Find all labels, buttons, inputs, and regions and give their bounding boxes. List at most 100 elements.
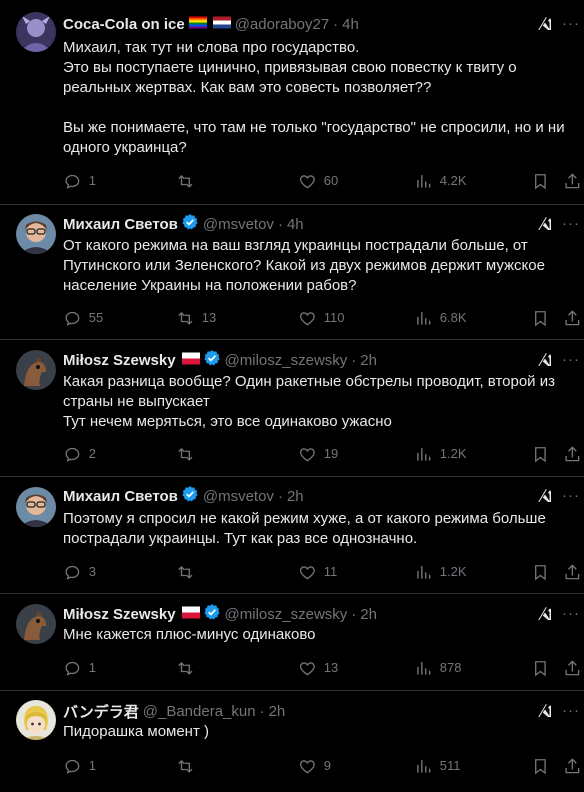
reply-icon [65,565,80,580]
views-button[interactable]: 511 [414,756,460,776]
more-icon[interactable]: ··· [562,605,580,623]
repost-icon [178,661,193,675]
bookmark-button[interactable] [531,171,557,191]
repost-button[interactable] [176,658,202,678]
views-button[interactable]: 1.2K [414,444,467,464]
tweet-text: Какая разница вообще? Один ракетные обст… [63,373,555,430]
repost-button[interactable]: 13 [176,308,216,328]
more-icon[interactable]: ··· [562,215,580,233]
timestamp[interactable]: 2h [287,488,304,505]
share-icon [565,310,580,325]
share-button[interactable] [563,308,584,328]
bookmark-button[interactable] [531,658,557,678]
reply-button[interactable]: 1 [63,658,96,678]
netherlands-flag-icon [212,16,231,33]
author-handle[interactable]: @msvetov [203,216,274,233]
author-name[interactable]: Coca-Cola on ice [63,16,185,33]
share-button[interactable] [563,444,584,464]
author-handle[interactable]: @milosz_szewsky [225,606,348,623]
tweet[interactable]: Miłosz Szewsky @milosz_szewsky · 2h ··· … [0,594,584,691]
avatar[interactable] [16,487,56,527]
grok-icon[interactable] [536,487,554,505]
reply-icon [65,759,80,774]
separator-dot: · [259,702,265,720]
timestamp[interactable]: 4h [287,216,304,233]
grok-icon[interactable] [536,702,554,720]
verified-badge-icon [181,213,199,235]
timestamp[interactable]: 2h [360,352,377,369]
like-button[interactable]: 110 [298,308,344,328]
timestamp[interactable]: 2h [269,703,286,720]
tweet[interactable]: バンデラ君 @_Bandera_kun · 2h ··· Пидорашка м… [0,691,584,792]
author-handle[interactable]: @msvetov [203,488,274,505]
author-handle[interactable]: @milosz_szewsky [225,352,348,369]
bookmark-button[interactable] [531,444,557,464]
reply-button[interactable]: 2 [63,444,96,464]
tweet-text: Михаил, так тут ни слова про государство… [63,39,565,156]
repost-button[interactable] [176,756,202,776]
reply-button[interactable]: 3 [63,562,96,582]
author-name[interactable]: バンデラ君 [63,701,139,722]
tweet[interactable]: Михаил Светов @msvetov · 4h ··· От каког… [0,205,584,340]
timestamp[interactable]: 4h [342,16,359,33]
avatar[interactable] [16,350,56,390]
avatar[interactable] [16,12,56,52]
share-button[interactable] [563,562,584,582]
more-icon[interactable]: ··· [562,351,580,369]
more-icon[interactable]: ··· [562,702,580,720]
repost-icon [178,447,193,461]
tweet[interactable]: Miłosz Szewsky @milosz_szewsky · 2h ··· … [0,340,584,477]
share-button[interactable] [563,658,584,678]
avatar[interactable] [16,700,56,740]
rainbow-flag-icon [188,16,207,33]
share-button[interactable] [563,171,584,191]
avatar[interactable] [16,604,56,644]
bookmark-button[interactable] [531,756,557,776]
share-icon [565,758,580,773]
reply-button[interactable]: 55 [63,308,103,328]
more-icon[interactable]: ··· [562,487,580,505]
views-button[interactable]: 1.2K [414,562,467,582]
repost-button[interactable] [176,562,202,582]
verified-badge-icon [203,349,221,371]
author-handle[interactable]: @_Bandera_kun [143,703,256,720]
reply-button[interactable]: 1 [63,171,96,191]
tweet-text: Мне кажется плюс-минус одинаково [63,626,316,643]
views-button[interactable]: 878 [414,658,461,678]
author-handle[interactable]: @adoraboy27 [235,16,329,33]
like-button[interactable]: 13 [298,658,338,678]
timestamp[interactable]: 2h [360,606,377,623]
bookmark-button[interactable] [531,562,557,582]
tweet[interactable]: Coca-Cola on ice @adoraboy27 · 4h ··· Ми… [0,0,584,205]
reply-button[interactable]: 1 [63,756,96,776]
views-icon [417,174,431,188]
bookmark-button[interactable] [531,308,557,328]
views-icon [417,759,431,773]
author-name[interactable]: Miłosz Szewsky [63,606,176,623]
views-button[interactable]: 6.8K [414,308,467,328]
views-button[interactable]: 4.2K [414,171,467,191]
tweet[interactable]: Михаил Светов @msvetov · 2h ··· Поэтому … [0,477,584,594]
author-name[interactable]: Михаил Светов [63,216,178,233]
verified-badge-icon [203,603,221,625]
views-icon [417,311,431,325]
bookmark-icon [535,758,546,774]
grok-icon[interactable] [536,15,554,33]
share-button[interactable] [563,756,584,776]
grok-icon[interactable] [536,605,554,623]
grok-icon[interactable] [536,215,554,233]
tweet-actions: 3 11 1.2K [63,562,584,582]
like-button[interactable]: 9 [298,756,331,776]
tweet-header: Miłosz Szewsky @milosz_szewsky · 2h [63,604,524,624]
like-button[interactable]: 60 [298,171,338,191]
more-icon[interactable]: ··· [562,15,580,33]
separator-dot: · [351,351,357,369]
author-name[interactable]: Михаил Светов [63,488,178,505]
like-button[interactable]: 11 [298,562,337,582]
author-name[interactable]: Miłosz Szewsky [63,352,176,369]
repost-button[interactable] [176,171,202,191]
avatar[interactable] [16,214,56,254]
like-button[interactable]: 19 [298,444,338,464]
grok-icon[interactable] [536,351,554,369]
repost-button[interactable] [176,444,202,464]
